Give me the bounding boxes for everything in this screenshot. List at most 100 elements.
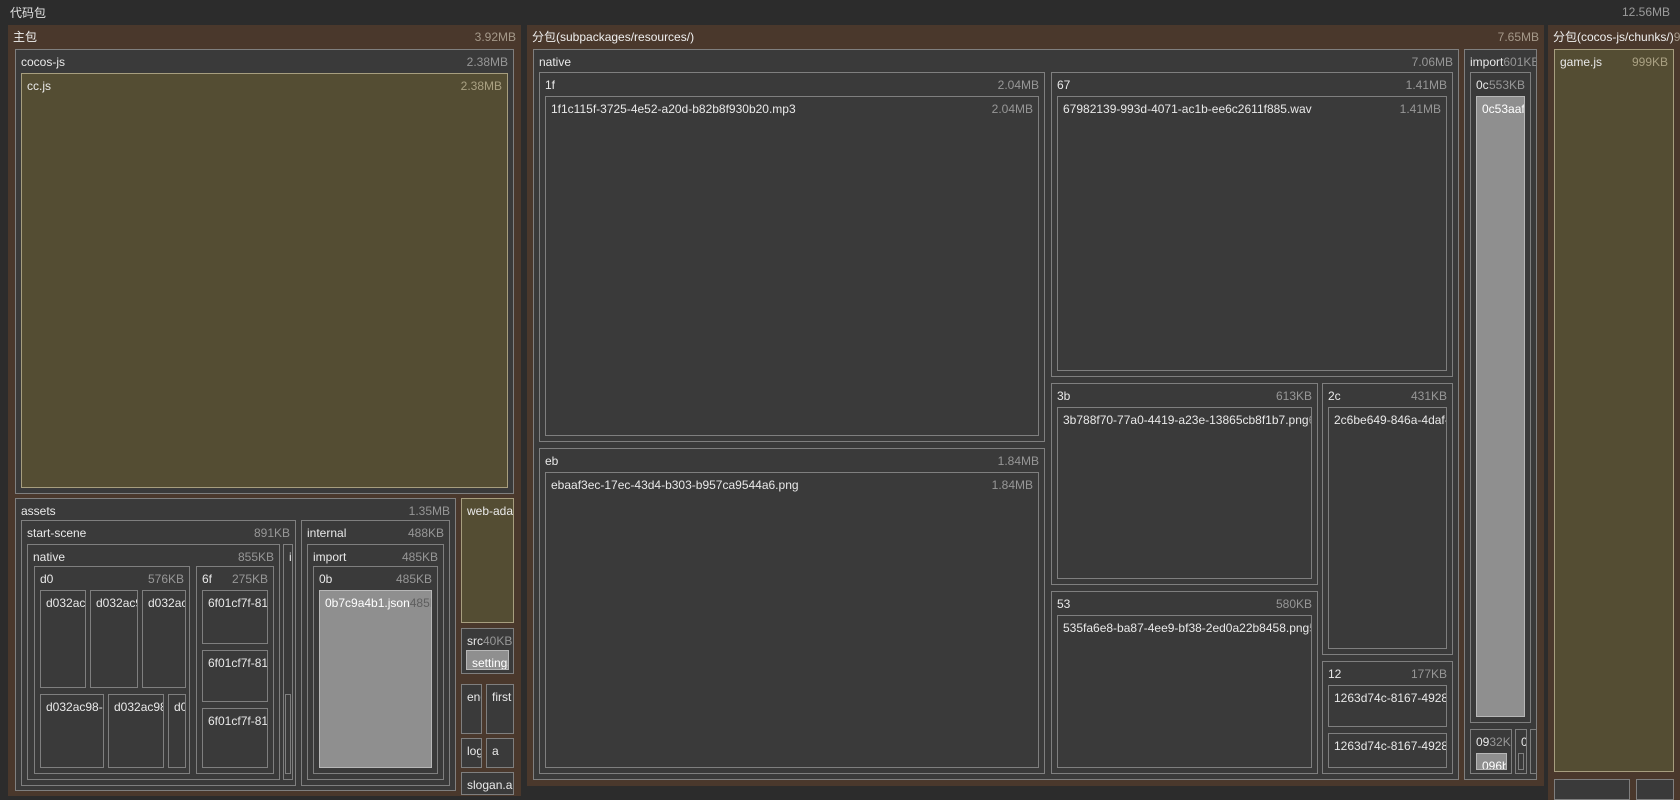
node-size: 1.84MB <box>997 453 1039 468</box>
node-header: 0932KB <box>1471 730 1511 753</box>
node-label: web-adapt <box>467 503 513 518</box>
node-header: web-adapt <box>462 499 513 522</box>
treemap-node-box[interactable] <box>1554 779 1630 800</box>
node-header: cocos-js 2.38MB <box>16 50 513 73</box>
node-header: 0c 553KB <box>1471 73 1530 96</box>
node-label: 0b7c9a4b1.json <box>325 595 410 610</box>
node-header: eb 1.84MB <box>540 449 1044 472</box>
treemap-node-slogan-a[interactable]: slogan.a <box>461 772 514 795</box>
treemap-node-6f01cf7f-81[interactable]: 6f01cf7f-81 <box>202 590 268 644</box>
node-size: 2.04MB <box>997 77 1039 92</box>
treemap-node-1263d74c-8167-4928[interactable]: 1263d74c-8167-4928 <box>1328 685 1447 727</box>
treemap-node-5[interactable]: 5 <box>1530 729 1537 774</box>
node-header: 0b 485KB <box>314 567 437 590</box>
treemap-node-6f01cf7f-81[interactable]: 6f01cf7f-81 <box>202 650 268 702</box>
node-label: 0 <box>1521 735 1526 749</box>
node-label: 2c6be649-846a-4daf-8 <box>1334 412 1446 427</box>
node-header: 1f 2.04MB <box>540 73 1044 96</box>
node-header: ebaaf3ec-17ec-43d4-b303-b957ca9544a6.png… <box>546 473 1038 496</box>
treemap: 主包 3.92MB cocos-js 2.38MB cc.js 2.38MB assets 1… <box>0 0 1680 800</box>
node-size: 485KB <box>395 571 432 586</box>
node-label: 0c <box>1476 77 1489 92</box>
node-label: d032ac9 <box>148 595 185 610</box>
treemap-node-first[interactable]: first <box>486 684 514 734</box>
node-label: 1f <box>545 77 556 92</box>
treemap-node-096b[interactable]: 096b <box>1476 753 1507 770</box>
node-label: 53 <box>1057 596 1071 611</box>
node-label: game.js <box>1560 54 1603 69</box>
node-label: 6f <box>202 571 213 586</box>
node-header: d0 576KB <box>35 567 189 590</box>
node-header: 分包(cocos-js/chunks/)999KB <box>1548 25 1680 48</box>
treemap-node-67982139-993d-4071-ac1b-ee6c2611f885-wav[interactable]: 67982139-993d-4071-ac1b-ee6c2611f885.wav… <box>1057 96 1447 371</box>
node-size: 7.06MB <box>1411 54 1453 69</box>
node-label: import <box>313 549 347 564</box>
treemap-node-box[interactable] <box>1636 779 1674 800</box>
node-header: 6f01cf7f-81 <box>203 709 267 732</box>
node-label: assets <box>21 503 56 518</box>
treemap-node-2c6be649-846a-4daf-8[interactable]: 2c6be649-846a-4daf-8 <box>1328 407 1447 649</box>
node-header: 67 1.41MB <box>1052 73 1452 96</box>
node-header: slogan.a <box>462 773 513 794</box>
node-label: 5 <box>1536 735 1537 749</box>
node-size: 601KB <box>1503 54 1536 69</box>
node-size: 177KB <box>1410 666 1447 681</box>
node-label: 1f1c115f-3725-4e52-a20d-b82b8f930b20.mp3 <box>551 101 796 116</box>
treemap-node-d0[interactable]: d0 <box>168 694 186 768</box>
node-size: 576KB <box>147 571 184 586</box>
node-label: 3b <box>1057 388 1071 403</box>
node-header: 0c53aafc <box>1477 97 1524 120</box>
node-label: 67982139-993d-4071-ac1b-ee6c2611f885.wav <box>1063 101 1312 116</box>
node-size: 2.38MB <box>466 54 508 69</box>
node-size: 7.65MB <box>1497 29 1539 44</box>
node-header: 3b788f70-77a0-4419-a23e-13865cb8f1b7.png… <box>1058 408 1311 431</box>
node-header: 53 580KB <box>1052 592 1317 615</box>
treemap-node-game-js[interactable]: game.js 999KB <box>1554 49 1674 772</box>
treemap-node-1f1c115f-3725-4e52-a20d-b82b8f930b20-mp3[interactable]: 1f1c115f-3725-4e52-a20d-b82b8f930b20.mp3… <box>545 96 1039 436</box>
treemap-node-d032ac9[interactable]: d032ac9 <box>142 590 186 688</box>
treemap-node-engi[interactable]: engi <box>461 684 482 734</box>
node-header: 1263d74c-8167-4928 <box>1329 686 1446 709</box>
node-size: 580KB <box>1309 621 1311 635</box>
treemap-node-3b788f70-77a0-4419-a23e-13865cb8f1b7-png[interactable]: 3b788f70-77a0-4419-a23e-13865cb8f1b7.png… <box>1057 407 1312 579</box>
node-label: 1263d74c-8167-4928 <box>1334 690 1446 705</box>
node-size: 1.41MB <box>1405 77 1447 92</box>
node-header: 2c 431KB <box>1323 384 1452 407</box>
node-label: start-scene <box>27 525 87 540</box>
node-header: 6f01cf7f-81 <box>203 651 267 674</box>
treemap-node-d032ac98-0[interactable]: d032ac98-0 <box>40 694 104 768</box>
treemap-node-6f01cf7f-81[interactable]: 6f01cf7f-81 <box>202 708 268 768</box>
treemap-node-1263d74c-8167-4928[interactable]: 1263d74c-8167-4928 <box>1328 733 1447 768</box>
treemap-node-0c53aafc[interactable]: 0c53aafc <box>1476 96 1525 717</box>
node-header: 1f1c115f-3725-4e52-a20d-b82b8f930b20.mp3… <box>546 97 1038 120</box>
treemap-node-d032ac98[interactable]: d032ac98- <box>108 694 164 768</box>
node-label: 67 <box>1057 77 1071 92</box>
treemap-node-settings[interactable]: settings. <box>466 650 509 670</box>
treemap-node-0b7c9a4b1-json[interactable]: 0b7c9a4b1.json485KB <box>319 590 432 768</box>
node-header: 0b7c9a4b1.json485KB <box>320 591 431 614</box>
node-header: settings. <box>467 651 508 670</box>
node-size: 488KB <box>407 525 444 540</box>
node-size: 613KB <box>1309 413 1311 427</box>
treemap-node-web-adapt[interactable]: web-adapt <box>461 498 514 623</box>
node-label: 3b788f70-77a0-4419-a23e-13865cb8f1b7.png <box>1063 412 1309 427</box>
treemap-node-logo-pn[interactable]: logo.pn <box>461 738 482 768</box>
treemap-node-d032ac9[interactable]: d032ac9 <box>90 590 138 688</box>
treemap-node-535fa6e8-ba87-4ee9-bf38-2ed0a22b8458-png[interactable]: 535fa6e8-ba87-4ee9-bf38-2ed0a22b8458.png… <box>1057 615 1312 768</box>
node-header: import 601KB <box>1465 50 1536 73</box>
node-size: 431KB <box>1410 388 1447 403</box>
node-header: logo.pn <box>462 739 481 762</box>
treemap-node-i[interactable]: i <box>285 694 291 774</box>
node-size: 613KB <box>1275 388 1312 403</box>
node-label: 1263d74c-8167-4928 <box>1334 738 1446 753</box>
node-label: 09 <box>1476 734 1490 749</box>
node-header: 5 <box>1531 730 1537 753</box>
treemap-node-1[interactable]: 1 <box>1518 753 1524 770</box>
node-size: 553KB <box>1488 77 1525 92</box>
treemap-node-cc-js[interactable]: cc.js 2.38MB <box>21 73 508 488</box>
node-header: 096b <box>1477 754 1506 770</box>
node-label: import <box>1470 54 1504 69</box>
treemap-node-a[interactable]: a <box>486 738 514 768</box>
treemap-node-ebaaf3ec-17ec-43d4-b303-b957ca9544a6-png[interactable]: ebaaf3ec-17ec-43d4-b303-b957ca9544a6.png… <box>545 472 1039 768</box>
treemap-node-d032ac9[interactable]: d032ac9 <box>40 590 86 688</box>
